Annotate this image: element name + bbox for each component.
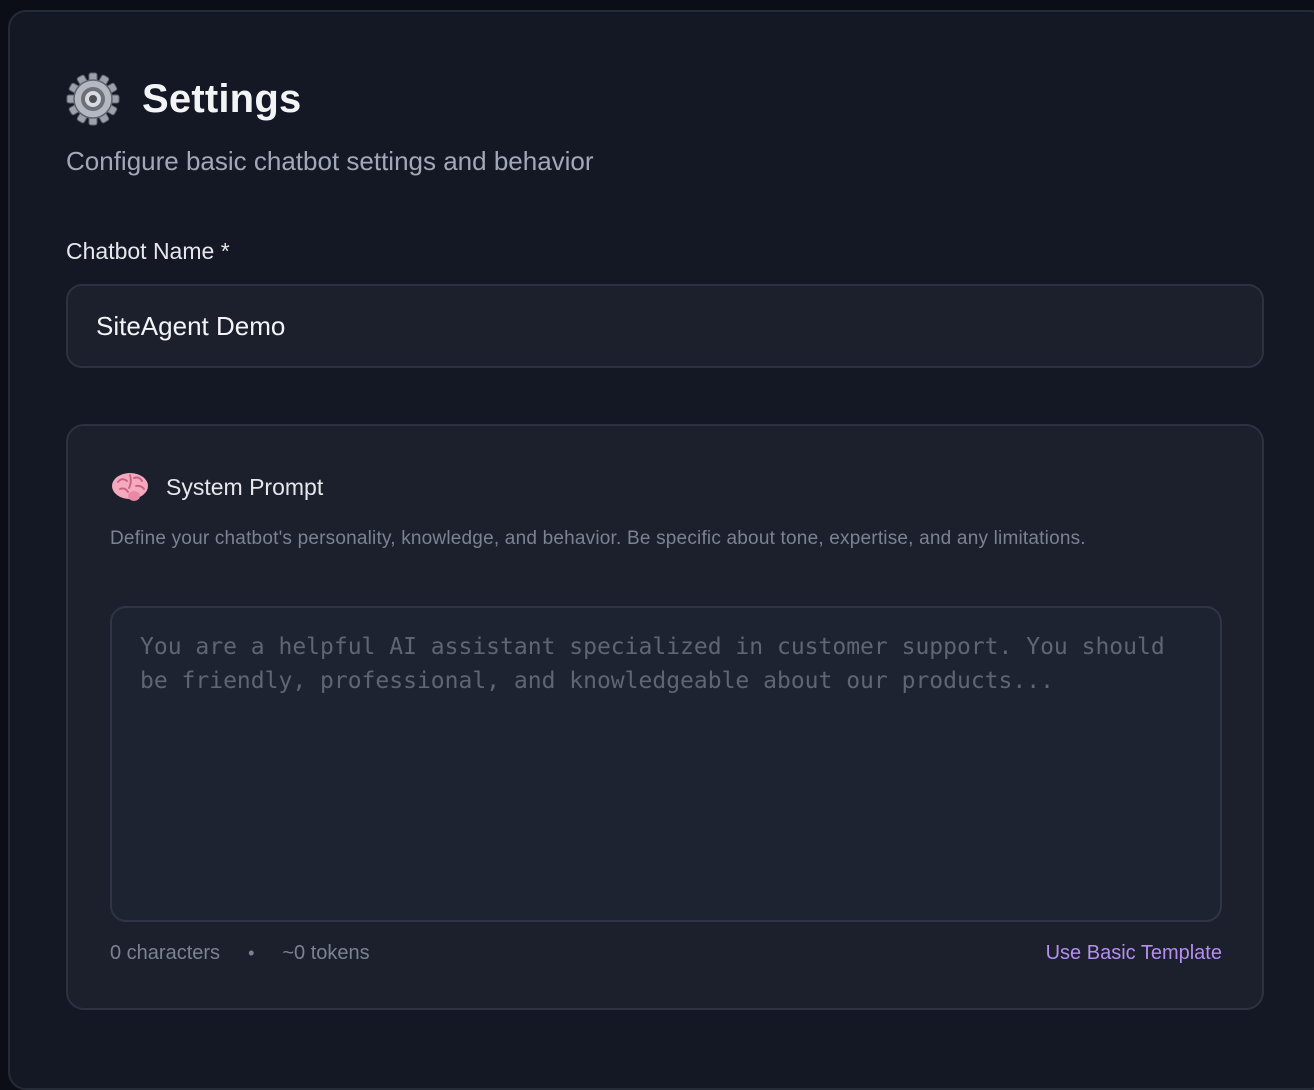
system-prompt-card: System Prompt Define your chatbot's pers… <box>66 424 1264 1010</box>
page-subtitle: Configure basic chatbot settings and beh… <box>66 146 594 176</box>
system-prompt-footer: 0 characters • ~0 tokens Use Basic Templ… <box>110 942 1222 965</box>
system-prompt-header: System Prompt <box>110 470 323 504</box>
system-prompt-description: Define your chatbot's personality, knowl… <box>110 528 1086 549</box>
separator-dot: • <box>248 943 255 963</box>
system-prompt-textarea[interactable] <box>110 606 1222 922</box>
settings-panel: Settings Configure basic chatbot setting… <box>8 10 1314 1090</box>
chatbot-name-label: Chatbot Name * <box>66 238 230 264</box>
settings-header: Settings <box>66 72 301 126</box>
character-count: 0 characters <box>110 942 221 964</box>
system-prompt-title: System Prompt <box>166 473 324 500</box>
chatbot-name-input[interactable] <box>66 284 1264 368</box>
gear-icon <box>66 72 120 126</box>
brain-icon <box>112 473 148 501</box>
token-count: ~0 tokens <box>282 942 370 964</box>
page-title: Settings <box>142 76 302 121</box>
use-basic-template-button[interactable]: Use Basic Template <box>1046 942 1222 965</box>
